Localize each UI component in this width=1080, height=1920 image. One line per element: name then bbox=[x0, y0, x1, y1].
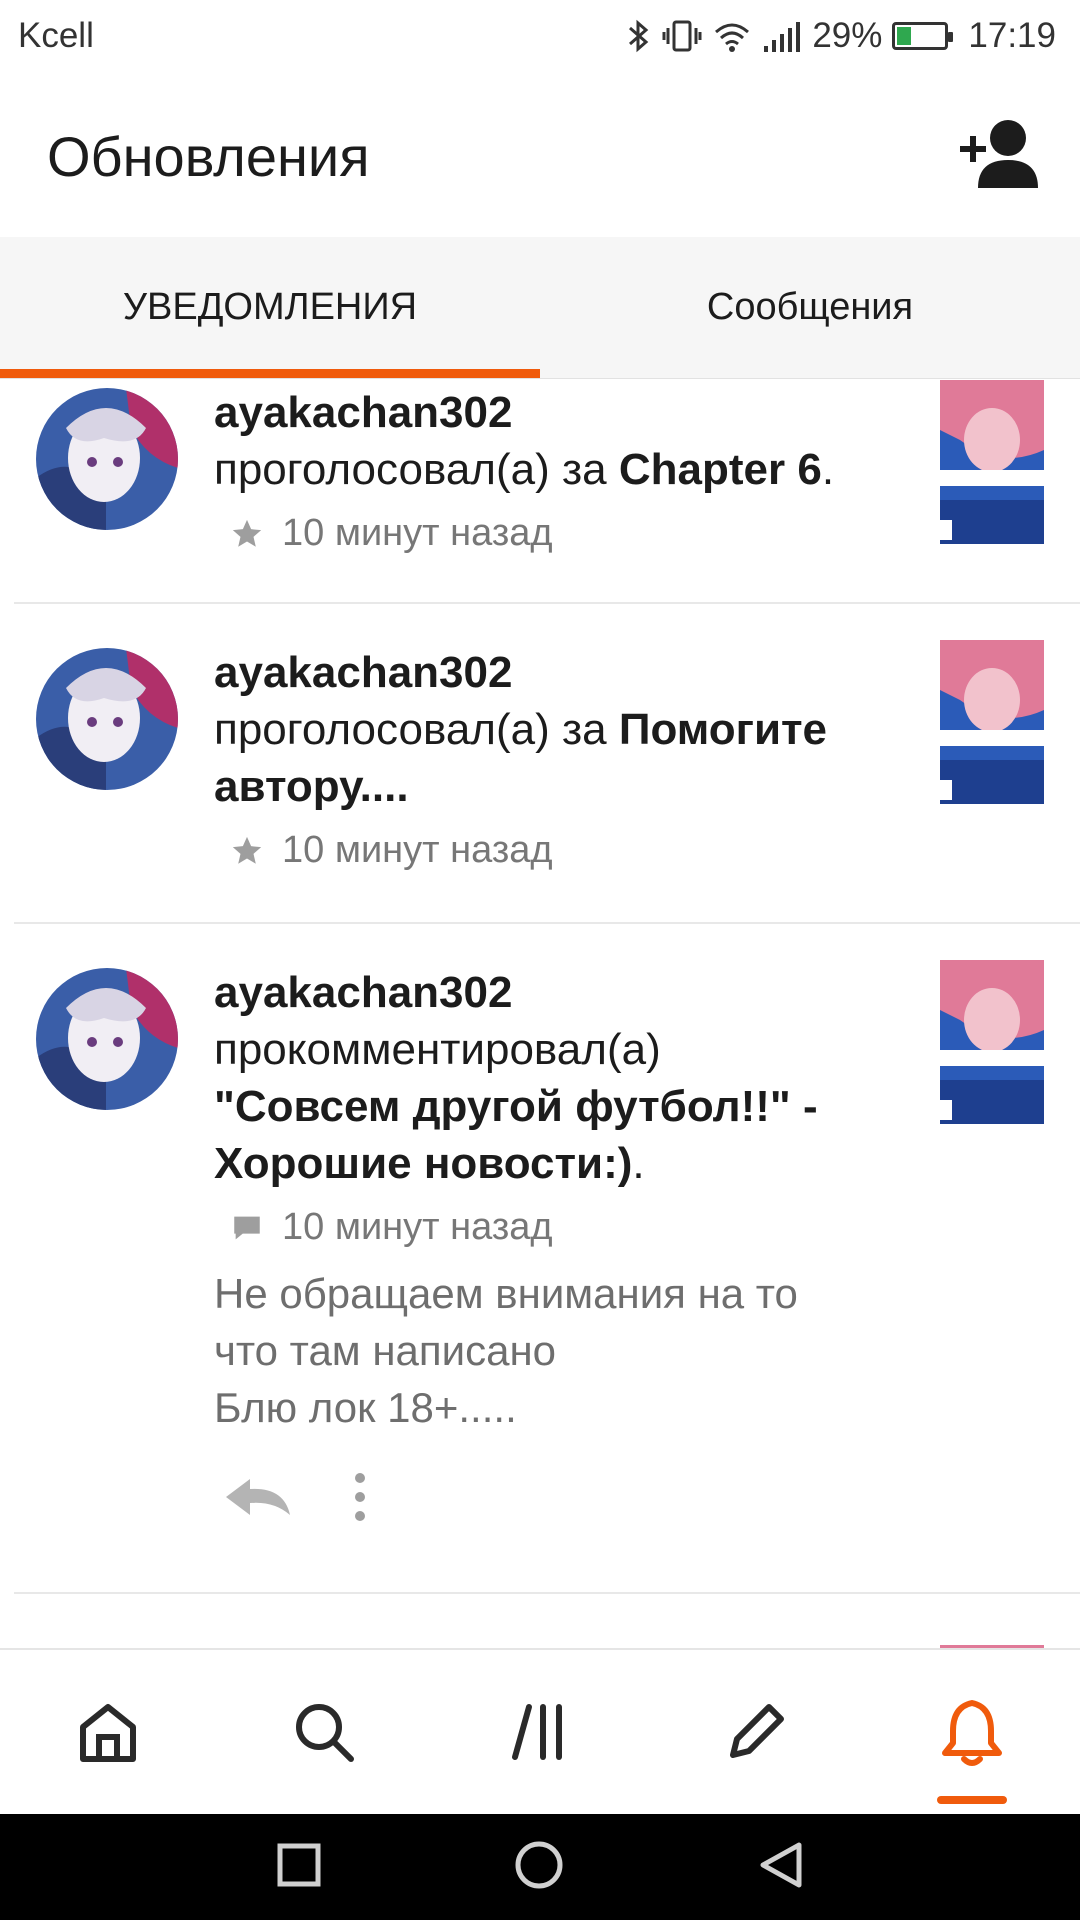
story-cover-thumbnail[interactable] bbox=[940, 1640, 1044, 1648]
add-user-icon bbox=[960, 120, 1038, 188]
comment-excerpt: Не обращаем внимания на то что там напис… bbox=[214, 1265, 914, 1436]
home-icon bbox=[80, 1704, 136, 1762]
notification-item[interactable]: ayakachan302 проголосовал(а) за Помогите… bbox=[0, 604, 1080, 924]
notification-target-cont[interactable]: автору.... bbox=[214, 758, 914, 815]
tab-messages[interactable]: Сообщения bbox=[540, 237, 1080, 378]
circle-icon bbox=[515, 1841, 563, 1888]
nav-search[interactable] bbox=[216, 1650, 432, 1814]
comment-excerpt-line: что там написано bbox=[214, 1327, 557, 1374]
tab-messages-label: Сообщения bbox=[706, 286, 914, 328]
back-system-button[interactable] bbox=[755, 1839, 805, 1896]
nav-notifications[interactable] bbox=[864, 1650, 1080, 1814]
bluetooth-icon bbox=[629, 19, 649, 53]
vibrate-icon bbox=[662, 20, 702, 52]
library-icon bbox=[512, 1704, 562, 1760]
battery-percent: 29% bbox=[812, 16, 883, 55]
system-navigation-bar bbox=[0, 1814, 1080, 1920]
comment-excerpt-line: Не обращаем внимания на то bbox=[214, 1270, 798, 1317]
tab-notifications[interactable]: УВЕДОМЛЕНИЯ bbox=[0, 237, 540, 378]
square-icon bbox=[277, 1843, 321, 1886]
user-avatar[interactable] bbox=[36, 388, 178, 530]
notification-target-cont[interactable]: Хорошие новости:) bbox=[214, 1139, 632, 1188]
notification-username[interactable]: ayakachan302 bbox=[214, 384, 914, 441]
status-bar: Kcell 29% 17:19 bbox=[0, 0, 1080, 72]
notification-action: проголосовал(а) за bbox=[214, 445, 619, 494]
comment-icon bbox=[234, 1216, 260, 1239]
notification-item[interactable]: ayakachan302 проголосовал(а) за Chapter … bbox=[0, 380, 1080, 604]
battery-icon bbox=[892, 22, 954, 50]
notification-action: прокомментировал(а) bbox=[214, 1025, 661, 1074]
reply-icon bbox=[226, 1479, 290, 1515]
notification-suffix: . bbox=[821, 445, 835, 494]
pencil-icon bbox=[730, 1704, 784, 1758]
tab-bar: УВЕДОМЛЕНИЯ Сообщения bbox=[0, 237, 1080, 379]
bottom-navigation bbox=[0, 1648, 1080, 1814]
search-icon bbox=[296, 1704, 354, 1762]
reply-button[interactable] bbox=[224, 1475, 292, 1524]
bell-icon bbox=[942, 1700, 1002, 1766]
status-icons: 29% 17:19 bbox=[626, 14, 1056, 58]
app-header: Обновления bbox=[0, 72, 1080, 237]
triangle-back-icon bbox=[760, 1842, 802, 1887]
notification-time: 10 минут назад bbox=[282, 512, 553, 554]
tab-notifications-label: УВЕДОМЛЕНИЯ bbox=[122, 286, 418, 328]
notification-action: проголосовал(а) за bbox=[214, 705, 619, 754]
story-cover-thumbnail[interactable] bbox=[940, 380, 1044, 544]
star-icon bbox=[232, 519, 262, 547]
carrier-name: Kcell bbox=[18, 16, 94, 55]
notification-item[interactable] bbox=[0, 1594, 1080, 1648]
comment-excerpt-line: Блю лок 18+..... bbox=[214, 1384, 517, 1431]
recent-apps-button[interactable] bbox=[275, 1841, 323, 1894]
more-options-button[interactable] bbox=[352, 1472, 368, 1527]
clock: 17:19 bbox=[968, 16, 1056, 55]
home-system-button[interactable] bbox=[513, 1839, 565, 1896]
notification-time: 10 минут назад bbox=[282, 829, 553, 871]
notification-time: 10 минут назад bbox=[282, 1206, 553, 1248]
notification-feed[interactable]: ayakachan302 проголосовал(а) за Chapter … bbox=[0, 380, 1080, 1648]
notification-target[interactable]: "Совсем другой футбол!!" - bbox=[214, 1078, 914, 1135]
notification-target[interactable]: Помогите bbox=[619, 705, 827, 754]
notification-item[interactable]: ayakachan302 прокомментировал(а) "Совсем… bbox=[0, 924, 1080, 1594]
add-user-button[interactable] bbox=[958, 116, 1044, 192]
wifi-icon bbox=[715, 23, 750, 52]
story-cover-thumbnail[interactable] bbox=[940, 640, 1044, 804]
nav-home[interactable] bbox=[0, 1650, 216, 1814]
notification-target[interactable]: Chapter 6 bbox=[619, 445, 822, 494]
notification-suffix: . bbox=[632, 1139, 645, 1188]
user-avatar[interactable] bbox=[36, 648, 178, 790]
notification-username[interactable]: ayakachan302 bbox=[214, 964, 914, 1021]
signal-icon bbox=[764, 22, 801, 52]
nav-write[interactable] bbox=[648, 1650, 864, 1814]
star-icon bbox=[232, 836, 262, 864]
nav-library[interactable] bbox=[432, 1650, 648, 1814]
more-vertical-icon bbox=[355, 1473, 365, 1521]
story-cover-thumbnail[interactable] bbox=[940, 960, 1044, 1124]
user-avatar[interactable] bbox=[36, 968, 178, 1110]
notification-username[interactable]: ayakachan302 bbox=[214, 644, 914, 701]
page-title: Обновления bbox=[47, 125, 370, 188]
